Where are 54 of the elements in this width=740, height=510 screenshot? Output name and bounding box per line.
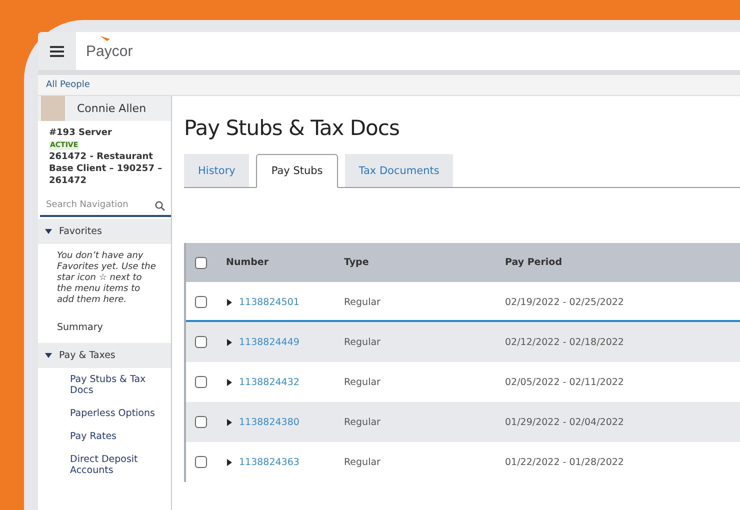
checkbox[interactable] [195, 456, 207, 468]
stub-number-link[interactable]: 1138824363 [239, 456, 300, 468]
table-cell-text: 01/29/2022 - 02/04/2022 [505, 416, 625, 428]
sidebar-item[interactable]: Paperless Options [38, 402, 171, 425]
table-cell-text: Regular [344, 416, 382, 428]
table-cell-text: 01/22/2022 - 01/28/2022 [505, 456, 625, 468]
table-cell-text: Regular [344, 336, 382, 348]
tab[interactable]: History [184, 154, 250, 187]
table-row[interactable]: 1138824363 Regular 01/22/2022 - 01/28/2022 [186, 442, 740, 482]
checkbox[interactable] [195, 256, 207, 268]
sidebar-item[interactable]: Pay Stubs & Tax Docs [38, 368, 171, 402]
search-icon [155, 201, 165, 211]
checkbox[interactable] [195, 336, 207, 348]
table-cell-text: 02/12/2022 - 02/18/2022 [505, 336, 625, 348]
table-cell-text: 02/05/2022 - 02/11/2022 [505, 376, 625, 388]
page-title: Pay Stubs & Tax Docs [184, 116, 400, 140]
table-cell-text: Regular [344, 296, 382, 308]
search-field[interactable]: Search Navigation [40, 195, 171, 217]
table-row[interactable]: 1138824380 Regular 01/29/2022 - 02/04/2022 [186, 402, 740, 442]
employee-position: #193 Server [49, 127, 113, 139]
column-header: Number [226, 257, 270, 268]
column-header: Pay Period [505, 257, 563, 268]
tab[interactable]: Pay Stubs [256, 154, 338, 188]
column-header: Type [344, 257, 370, 268]
table-cell-text: Regular [344, 376, 382, 388]
logo-text: Paycor [86, 42, 133, 60]
table-cell-text: 02/19/2022 - 02/25/2022 [505, 296, 625, 308]
table-row[interactable]: 1138824432 Regular 02/05/2022 - 02/11/2022 [186, 362, 740, 402]
employee-name: Connie Allen [77, 102, 146, 115]
menu-icon [50, 46, 64, 56]
sidebar-group[interactable]: Favorites [38, 219, 171, 244]
expand-icon [226, 338, 233, 346]
checkbox[interactable] [195, 416, 207, 428]
sidebar-item[interactable]: Summary [38, 314, 171, 341]
breadcrumb-link[interactable]: All People [46, 80, 90, 90]
table-row[interactable]: 1138824501 Regular 02/19/2022 - 02/25/2022 [186, 282, 740, 322]
stub-number-link[interactable]: 1138824501 [239, 296, 300, 308]
sidebar-item[interactable]: Direct Deposit Accounts [38, 448, 171, 482]
photo-placeholder [41, 96, 65, 121]
tab[interactable]: Tax Documents [344, 154, 454, 187]
sidebar-group[interactable]: Pay & Taxes [38, 343, 171, 368]
expand-icon [226, 298, 233, 306]
table-row[interactable]: 1138824449 Regular 02/12/2022 - 02/18/2022 [186, 322, 740, 362]
employee-client: 261472 - Restaurant Base Client – 190257 – 261472 [49, 151, 164, 187]
expand-icon [226, 458, 233, 466]
checkbox[interactable] [195, 376, 207, 388]
table-cell-text: Regular [344, 456, 382, 468]
expand-icon [226, 378, 233, 386]
favorites-note: You don’t have any Favorites yet. Use the star icon ☆ next to the menu items to add them here. [56, 250, 157, 307]
sidebar-item[interactable]: Pay Rates [38, 425, 171, 448]
stub-number-link[interactable]: 1138824432 [239, 376, 300, 388]
checkbox[interactable] [195, 296, 207, 308]
logo-mark-icon [100, 36, 110, 41]
expand-icon [226, 418, 233, 426]
